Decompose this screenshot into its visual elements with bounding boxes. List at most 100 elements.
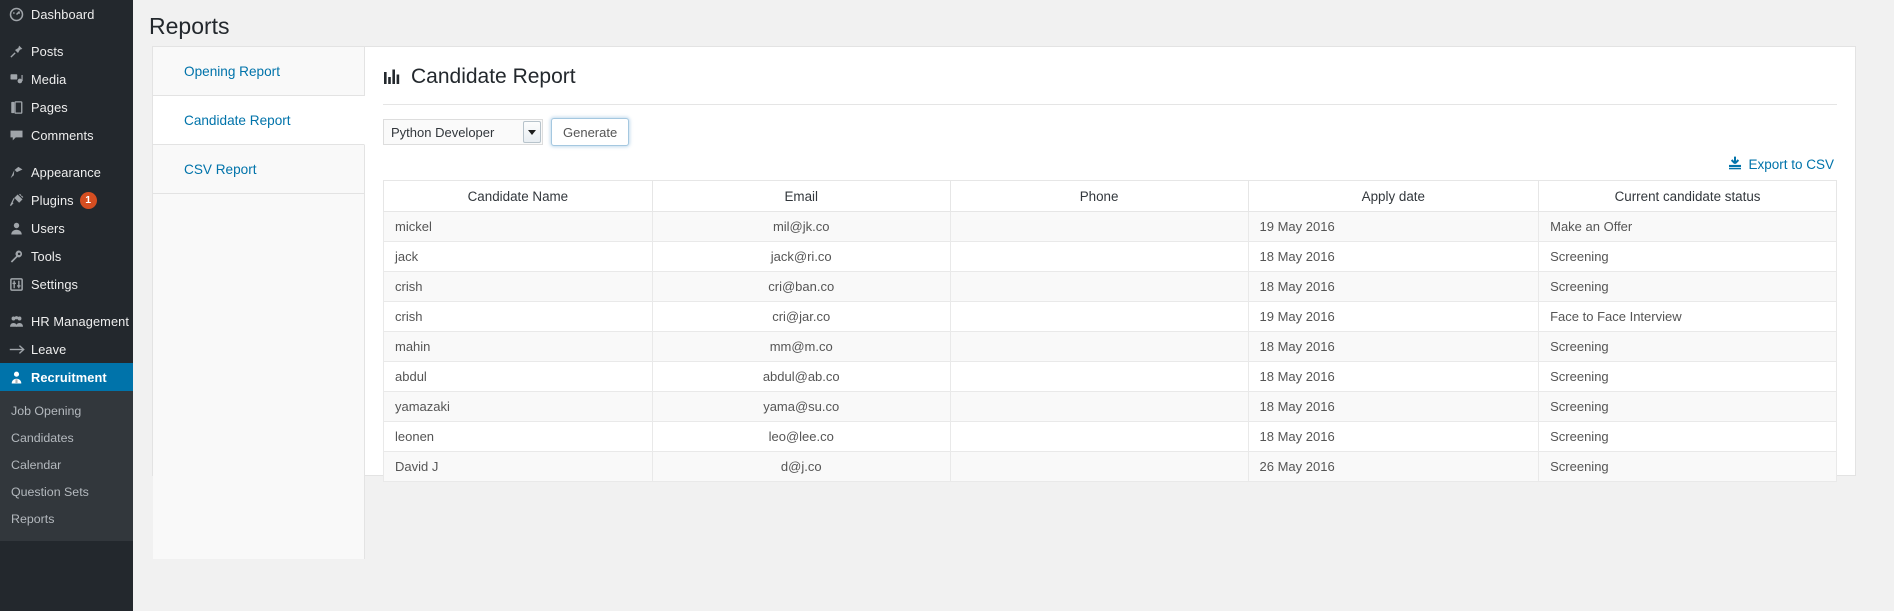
menu-separator <box>0 149 133 158</box>
cell-email: cri@ban.co <box>651 271 951 303</box>
sidebar-item-hr-management[interactable]: HR Management <box>0 307 133 335</box>
export-to-csv-link[interactable]: Export to CSV <box>1728 156 1834 173</box>
sidebar-item-label: HR Management <box>31 313 130 329</box>
sidebar-item-recruitment[interactable]: Recruitment <box>0 363 133 391</box>
cell-phone <box>949 421 1249 453</box>
cell-email: jack@ri.co <box>651 241 951 273</box>
sidebar-item-leave[interactable]: Leave <box>0 335 133 363</box>
sidebar-item-label: Pages <box>31 99 68 115</box>
submenu-item-candidates[interactable]: Candidates <box>0 425 133 452</box>
menu-separator <box>0 28 133 37</box>
cell-email: mil@jk.co <box>651 211 951 243</box>
dashboard-gauge-icon <box>9 7 29 22</box>
sidebar-item-label: Tools <box>31 248 62 264</box>
menu-group: Posts Media Pages Comments <box>0 37 133 149</box>
sidebar-item-posts[interactable]: Posts <box>0 37 133 65</box>
sidebar-item-settings[interactable]: Settings <box>0 270 133 298</box>
column-header-candidate-name: Candidate Name <box>383 180 653 213</box>
cell-candidate-status: Screening <box>1538 331 1837 363</box>
sliders-icon <box>9 277 29 292</box>
cell-candidate-name: mickel <box>383 211 653 243</box>
sidebar-item-tools[interactable]: Tools <box>0 242 133 270</box>
cell-apply-date: 18 May 2016 <box>1247 241 1540 273</box>
cell-candidate-status: Screening <box>1538 241 1837 273</box>
tab-opening-report[interactable]: Opening Report <box>153 47 364 96</box>
media-icon <box>9 72 29 87</box>
job-select-value: Python Developer <box>391 124 495 140</box>
admin-screen: Dashboard Posts Media Pages Comments Appearan… <box>0 0 1894 611</box>
sidebar-item-label: Settings <box>31 276 79 292</box>
sidebar-item-appearance[interactable]: Appearance <box>0 158 133 186</box>
column-header-phone: Phone <box>949 180 1249 213</box>
sidebar-item-label: Dashboard <box>31 6 95 22</box>
plug-icon <box>9 193 29 208</box>
export-to-csv-label: Export to CSV <box>1748 157 1834 173</box>
menu-separator <box>0 298 133 307</box>
bar-chart-icon <box>383 68 402 87</box>
heading-divider <box>383 104 1837 106</box>
tab-candidate-report[interactable]: Candidate Report <box>153 96 365 145</box>
menu-group: HR Management Leave Recruitment <box>0 307 133 391</box>
submenu-item-reports[interactable]: Reports <box>0 506 133 533</box>
sidebar-item-plugins[interactable]: Plugins 1 <box>0 186 133 214</box>
cell-apply-date: 18 May 2016 <box>1247 331 1540 363</box>
user-icon <box>9 221 29 236</box>
group-people-icon <box>9 314 29 329</box>
cell-phone <box>949 211 1249 243</box>
submenu-item-question-sets[interactable]: Question Sets <box>0 479 133 506</box>
cell-candidate-name: mahin <box>383 331 653 363</box>
cell-candidate-status: Screening <box>1538 271 1837 303</box>
cell-apply-date: 18 May 2016 <box>1247 271 1540 303</box>
job-select[interactable]: Python Developer <box>383 119 543 146</box>
cell-candidate-name: leonen <box>383 421 653 453</box>
table-header-row: Candidate Name Email Phone Apply date Cu… <box>383 180 1837 213</box>
cell-candidate-status: Screening <box>1538 391 1837 423</box>
user-badge-icon <box>9 370 29 385</box>
sidebar-item-comments[interactable]: Comments <box>0 121 133 149</box>
chevron-down-icon[interactable] <box>523 121 541 144</box>
table-row: yamazaki yama@su.co 18 May 2016 Screening <box>383 391 1837 423</box>
report-filter-form: Python Developer Generate <box>383 118 1837 147</box>
cell-candidate-name: David J <box>383 451 653 483</box>
sidebar-item-label: Recruitment <box>31 369 107 385</box>
paintbrush-icon <box>9 165 29 180</box>
sidebar-item-pages[interactable]: Pages <box>0 93 133 121</box>
sidebar-item-label: Plugins <box>31 192 74 208</box>
generate-button[interactable]: Generate <box>551 118 630 147</box>
submenu-item-calendar[interactable]: Calendar <box>0 452 133 479</box>
menu-group: Dashboard <box>0 0 133 28</box>
table-body: mickel mil@jk.co 19 May 2016 Make an Offer j… <box>383 211 1837 483</box>
cell-phone <box>949 391 1249 423</box>
download-icon <box>1728 156 1742 173</box>
cell-email: cri@jar.co <box>651 301 951 333</box>
cell-email: leo@lee.co <box>651 421 951 453</box>
export-row: Export to CSV <box>383 156 1837 173</box>
cell-candidate-name: abdul <box>383 361 653 393</box>
sidebar-item-media[interactable]: Media <box>0 65 133 93</box>
table-row: mickel mil@jk.co 19 May 2016 Make an Offer <box>383 211 1837 243</box>
page-title: Reports <box>149 13 230 39</box>
table-row: leonen leo@lee.co 18 May 2016 Screening <box>383 421 1837 453</box>
sidebar-item-dashboard[interactable]: Dashboard <box>0 0 133 28</box>
report-heading-text: Candidate Report <box>411 65 576 88</box>
cell-candidate-name: crish <box>383 301 653 333</box>
arrow-right-icon <box>9 342 29 357</box>
column-header-apply-date: Apply date <box>1247 180 1540 213</box>
tab-csv-report[interactable]: CSV Report <box>153 145 364 194</box>
column-header-email: Email <box>651 180 951 213</box>
cell-phone <box>949 301 1249 333</box>
reports-panel: Opening Report Candidate Report CSV Report… <box>152 46 1856 559</box>
cell-apply-date: 19 May 2016 <box>1247 301 1540 333</box>
main-content: Reports Opening Report Candidate Report CS… <box>133 0 1894 611</box>
cell-candidate-status: Screening <box>1538 451 1837 483</box>
table-row: abdul abdul@ab.co 18 May 2016 Screening <box>383 361 1837 393</box>
cell-candidate-status: Make an Offer <box>1538 211 1837 243</box>
sidebar-item-users[interactable]: Users <box>0 214 133 242</box>
submenu-item-job-opening[interactable]: Job Opening <box>0 398 133 425</box>
pages-icon <box>9 100 29 115</box>
sidebar-item-label: Media <box>31 71 67 87</box>
wrench-icon <box>9 249 29 264</box>
pin-icon <box>9 44 29 59</box>
sidebar-item-label: Comments <box>31 127 94 143</box>
cell-apply-date: 19 May 2016 <box>1247 211 1540 243</box>
